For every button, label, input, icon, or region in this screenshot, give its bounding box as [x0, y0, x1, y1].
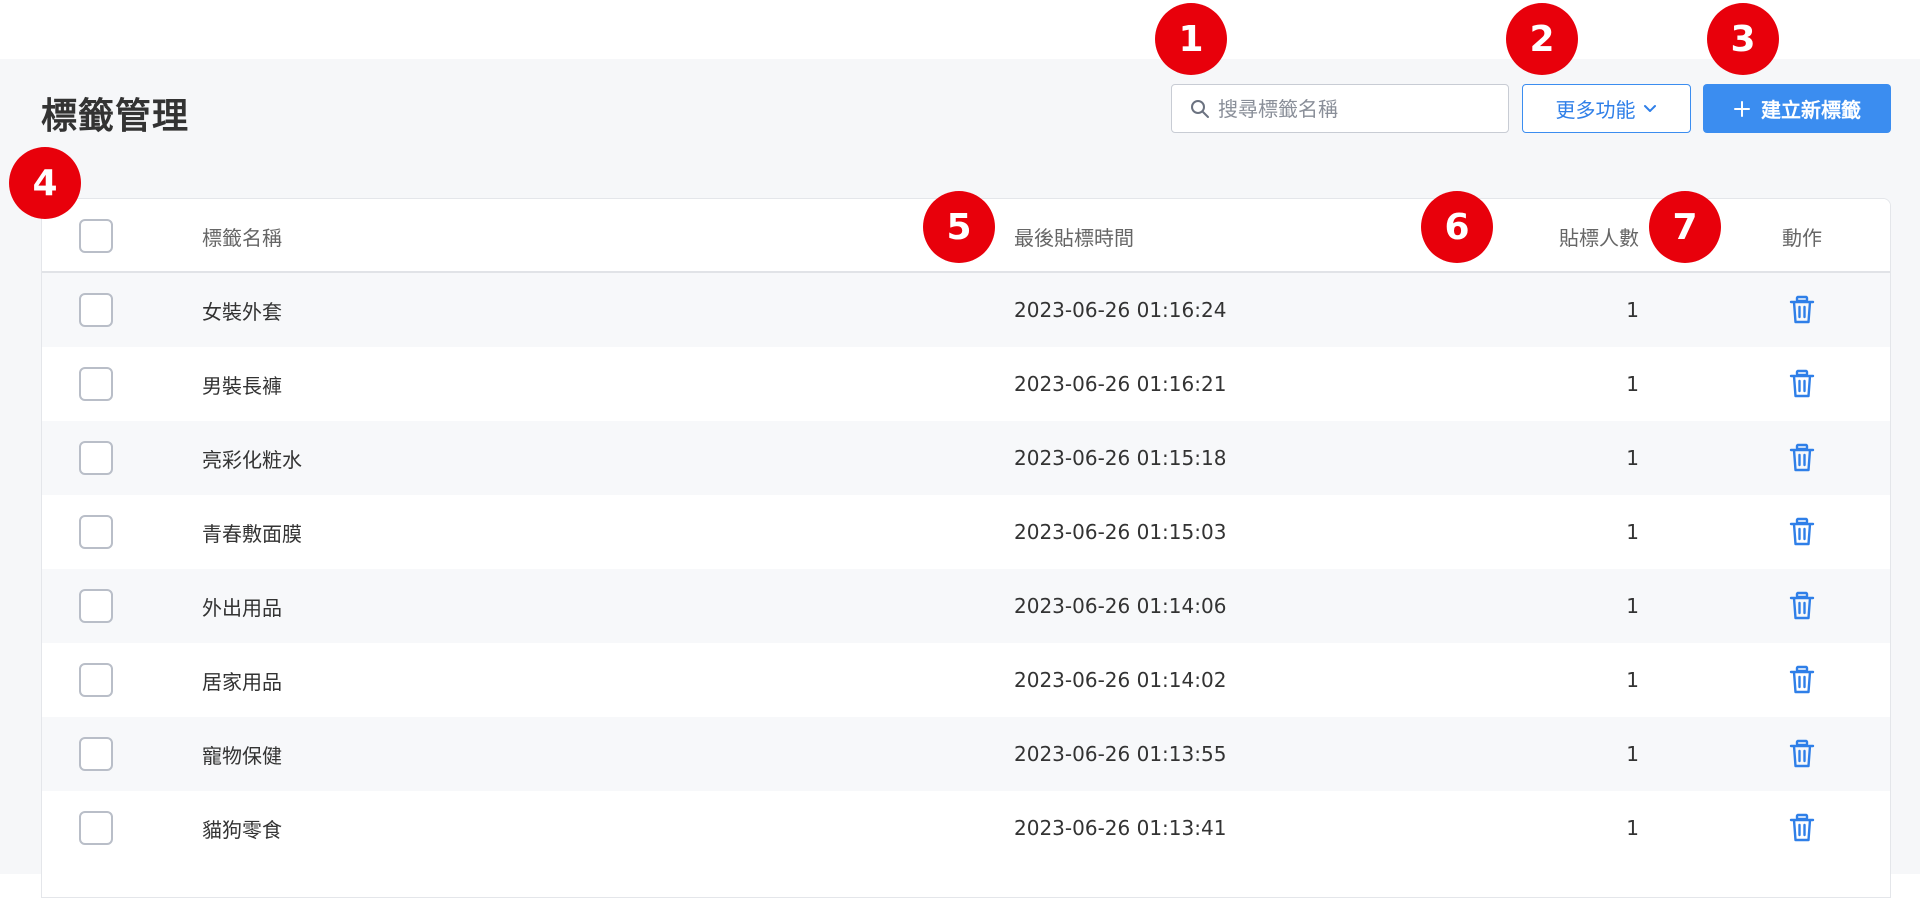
trash-icon[interactable] [1788, 295, 1816, 325]
column-header-last-time[interactable]: 最後貼標時間 [1014, 199, 1134, 273]
tag-name: 男裝長褲 [202, 373, 282, 398]
trash-icon[interactable] [1788, 813, 1816, 843]
table-row[interactable]: 貓狗零食 2023-06-26 01:13:41 1 [42, 791, 1890, 865]
tag-name: 女裝外套 [202, 299, 282, 324]
annotation-badge: 1 [1155, 3, 1227, 75]
tag-name: 寵物保健 [202, 743, 282, 768]
annotation-badge: 5 [923, 191, 995, 263]
tag-table: 標籤名稱 最後貼標時間 貼標人數 動作 女裝外套 2023-06-26 01:16… [41, 198, 1891, 898]
annotation-badge: 4 [9, 147, 81, 219]
row-check-cell [79, 273, 113, 347]
tag-count: 1 [1626, 594, 1639, 618]
create-tag-button[interactable]: 建立新標籤 [1703, 84, 1891, 133]
table-row[interactable]: 男裝長褲 2023-06-26 01:16:21 1 [42, 347, 1890, 421]
row-checkbox[interactable] [79, 441, 113, 475]
row-checkbox[interactable] [79, 811, 113, 845]
tag-count: 1 [1626, 298, 1639, 322]
page-title: 標籤管理 [41, 96, 190, 137]
tag-name: 亮彩化粧水 [202, 447, 302, 472]
annotation-badge: 6 [1421, 191, 1493, 263]
search-icon [1191, 99, 1209, 118]
table-row[interactable]: 居家用品 2023-06-26 01:14:02 1 [42, 643, 1890, 717]
chevron-down-icon [1643, 104, 1656, 112]
tag-count: 1 [1626, 520, 1639, 544]
last-tag-time: 2023-06-26 01:13:55 [1014, 742, 1227, 766]
row-check-cell [79, 347, 113, 421]
trash-icon[interactable] [1788, 443, 1816, 473]
header-check-cell [79, 199, 113, 273]
row-checkbox[interactable] [79, 589, 113, 623]
last-tag-time: 2023-06-26 01:14:02 [1014, 668, 1227, 692]
annotation-badge: 7 [1649, 191, 1721, 263]
row-check-cell [79, 495, 113, 569]
annotation-badge: 2 [1506, 3, 1578, 75]
table-row[interactable]: 寵物保健 2023-06-26 01:13:55 1 [42, 717, 1890, 791]
tag-count: 1 [1626, 446, 1639, 470]
trash-icon[interactable] [1788, 369, 1816, 399]
row-check-cell [79, 643, 113, 717]
action-cell [1762, 421, 1842, 495]
tag-count: 1 [1626, 816, 1639, 840]
row-checkbox[interactable] [79, 737, 113, 771]
action-cell [1762, 347, 1842, 421]
action-cell [1762, 643, 1842, 717]
tag-count: 1 [1626, 668, 1639, 692]
row-checkbox[interactable] [79, 367, 113, 401]
row-checkbox[interactable] [79, 515, 113, 549]
trash-icon[interactable] [1788, 591, 1816, 621]
annotation-badge: 3 [1707, 3, 1779, 75]
tag-name: 青春敷面膜 [202, 521, 302, 546]
trash-icon[interactable] [1788, 739, 1816, 769]
column-header-name[interactable]: 標籤名稱 [202, 199, 282, 273]
last-tag-time: 2023-06-26 01:13:41 [1014, 816, 1227, 840]
tag-name: 居家用品 [202, 669, 282, 694]
create-tag-label: 建立新標籤 [1761, 98, 1861, 122]
row-check-cell [79, 421, 113, 495]
more-functions-button[interactable]: 更多功能 [1522, 84, 1691, 133]
action-cell [1762, 569, 1842, 643]
row-check-cell [79, 569, 113, 643]
search-box[interactable] [1171, 84, 1509, 133]
table-row[interactable]: 亮彩化粧水 2023-06-26 01:15:18 1 [42, 421, 1890, 495]
table-row[interactable]: 女裝外套 2023-06-26 01:16:24 1 [42, 273, 1890, 347]
last-tag-time: 2023-06-26 01:14:06 [1014, 594, 1227, 618]
row-checkbox[interactable] [79, 293, 113, 327]
tag-count: 1 [1626, 372, 1639, 396]
plus-icon [1734, 100, 1750, 117]
row-check-cell [79, 791, 113, 865]
row-check-cell [79, 717, 113, 791]
last-tag-time: 2023-06-26 01:16:21 [1014, 372, 1227, 396]
column-header-action: 動作 [1782, 225, 1822, 250]
trash-icon[interactable] [1788, 665, 1816, 695]
tag-management-page: 標籤管理 更多功能 建立新標籤 標籤名稱 最後貼標時間 貼標人數 動作 [0, 59, 1920, 898]
more-functions-label: 更多功能 [1555, 98, 1636, 122]
action-cell [1762, 791, 1842, 865]
trash-icon[interactable] [1788, 517, 1816, 547]
action-cell [1762, 273, 1842, 347]
row-checkbox[interactable] [79, 663, 113, 697]
table-row[interactable]: 青春敷面膜 2023-06-26 01:15:03 1 [42, 495, 1890, 569]
search-input[interactable] [1218, 96, 1498, 121]
tag-count: 1 [1626, 742, 1639, 766]
select-all-checkbox[interactable] [79, 219, 113, 253]
tag-name: 貓狗零食 [202, 817, 282, 842]
action-cell [1762, 717, 1842, 791]
last-tag-time: 2023-06-26 01:15:03 [1014, 520, 1227, 544]
last-tag-time: 2023-06-26 01:16:24 [1014, 298, 1227, 322]
last-tag-time: 2023-06-26 01:15:18 [1014, 446, 1227, 470]
tag-name: 外出用品 [202, 595, 282, 620]
action-cell [1762, 495, 1842, 569]
table-row[interactable]: 外出用品 2023-06-26 01:14:06 1 [42, 569, 1890, 643]
